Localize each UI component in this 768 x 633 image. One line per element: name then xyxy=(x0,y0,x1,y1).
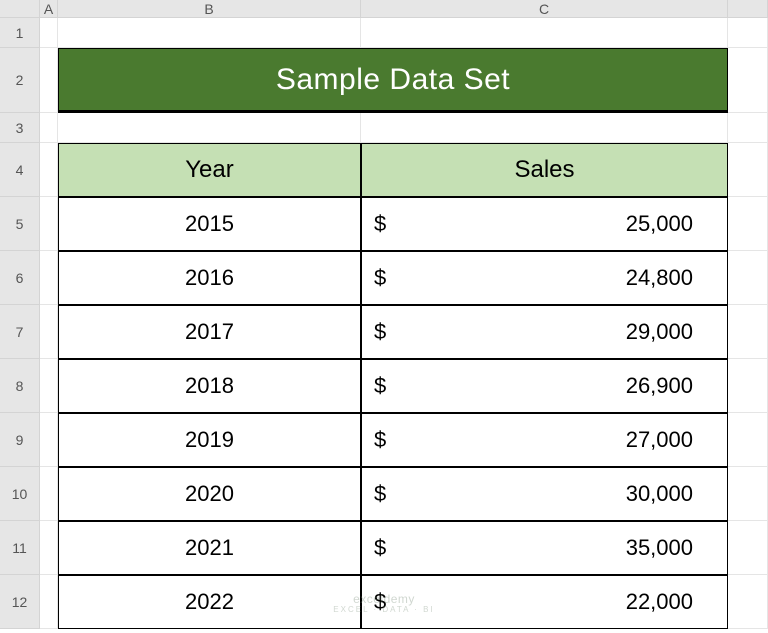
row-header-2[interactable]: 2 xyxy=(0,48,40,113)
currency-symbol: $ xyxy=(374,481,386,507)
cell-d1[interactable] xyxy=(728,18,768,48)
sales-value: 29,000 xyxy=(626,319,693,345)
year-cell[interactable]: 2017 xyxy=(58,305,361,359)
sales-value: 27,000 xyxy=(626,427,693,453)
cell-c3[interactable] xyxy=(361,113,728,143)
currency-symbol: $ xyxy=(374,373,386,399)
cell-d3[interactable] xyxy=(728,113,768,143)
currency-symbol: $ xyxy=(374,211,386,237)
year-cell[interactable]: 2016 xyxy=(58,251,361,305)
sales-value: 30,000 xyxy=(626,481,693,507)
sales-cell[interactable]: $ 27,000 xyxy=(361,413,728,467)
cell-a7[interactable] xyxy=(40,305,58,359)
cell-a3[interactable] xyxy=(40,113,58,143)
row-header-11[interactable]: 11 xyxy=(0,521,40,575)
row-header-3[interactable]: 3 xyxy=(0,113,40,143)
cell-a9[interactable] xyxy=(40,413,58,467)
cell-a2[interactable] xyxy=(40,48,58,113)
row-header-7[interactable]: 7 xyxy=(0,305,40,359)
currency-symbol: $ xyxy=(374,427,386,453)
currency-symbol: $ xyxy=(374,589,386,615)
cell-a6[interactable] xyxy=(40,251,58,305)
currency-symbol: $ xyxy=(374,319,386,345)
row-header-6[interactable]: 6 xyxy=(0,251,40,305)
sales-value: 26,900 xyxy=(626,373,693,399)
row-header-4[interactable]: 4 xyxy=(0,143,40,197)
cell-d6[interactable] xyxy=(728,251,768,305)
cell-a1[interactable] xyxy=(40,18,58,48)
cell-d12[interactable] xyxy=(728,575,768,629)
sales-cell[interactable]: $ 22,000 xyxy=(361,575,728,629)
year-cell[interactable]: 2018 xyxy=(58,359,361,413)
col-header-b[interactable]: B xyxy=(58,0,361,18)
title-cell[interactable]: Sample Data Set xyxy=(58,48,728,113)
sales-cell[interactable]: $ 26,900 xyxy=(361,359,728,413)
sales-cell[interactable]: $ 35,000 xyxy=(361,521,728,575)
cell-a11[interactable] xyxy=(40,521,58,575)
cell-d4[interactable] xyxy=(728,143,768,197)
cell-d2[interactable] xyxy=(728,48,768,113)
header-sales[interactable]: Sales xyxy=(361,143,728,197)
cell-d7[interactable] xyxy=(728,305,768,359)
cell-a10[interactable] xyxy=(40,467,58,521)
sales-value: 22,000 xyxy=(626,589,693,615)
cell-d11[interactable] xyxy=(728,521,768,575)
cell-d10[interactable] xyxy=(728,467,768,521)
row-header-10[interactable]: 10 xyxy=(0,467,40,521)
sales-value: 35,000 xyxy=(626,535,693,561)
sales-value: 24,800 xyxy=(626,265,693,291)
currency-symbol: $ xyxy=(374,535,386,561)
select-all-corner[interactable] xyxy=(0,0,40,18)
row-header-9[interactable]: 9 xyxy=(0,413,40,467)
year-cell[interactable]: 2020 xyxy=(58,467,361,521)
sales-value: 25,000 xyxy=(626,211,693,237)
col-header-next[interactable] xyxy=(728,0,768,18)
col-header-c[interactable]: C xyxy=(361,0,728,18)
cell-b1[interactable] xyxy=(58,18,361,48)
year-cell[interactable]: 2022 xyxy=(58,575,361,629)
row-header-12[interactable]: 12 xyxy=(0,575,40,629)
sales-cell[interactable]: $ 24,800 xyxy=(361,251,728,305)
row-header-5[interactable]: 5 xyxy=(0,197,40,251)
cell-c1[interactable] xyxy=(361,18,728,48)
cell-d8[interactable] xyxy=(728,359,768,413)
currency-symbol: $ xyxy=(374,265,386,291)
year-cell[interactable]: 2019 xyxy=(58,413,361,467)
cell-a5[interactable] xyxy=(40,197,58,251)
year-cell[interactable]: 2015 xyxy=(58,197,361,251)
col-header-a[interactable]: A xyxy=(40,0,58,18)
cell-a12[interactable] xyxy=(40,575,58,629)
header-year[interactable]: Year xyxy=(58,143,361,197)
cell-b3[interactable] xyxy=(58,113,361,143)
sales-cell[interactable]: $ 25,000 xyxy=(361,197,728,251)
row-header-1[interactable]: 1 xyxy=(0,18,40,48)
sales-cell[interactable]: $ 29,000 xyxy=(361,305,728,359)
spreadsheet-grid: A B C 1 2 3 4 5 6 7 8 9 10 11 12 Sample … xyxy=(0,0,768,629)
sales-cell[interactable]: $ 30,000 xyxy=(361,467,728,521)
cell-d5[interactable] xyxy=(728,197,768,251)
cell-a8[interactable] xyxy=(40,359,58,413)
row-header-8[interactable]: 8 xyxy=(0,359,40,413)
cell-a4[interactable] xyxy=(40,143,58,197)
cell-d9[interactable] xyxy=(728,413,768,467)
year-cell[interactable]: 2021 xyxy=(58,521,361,575)
